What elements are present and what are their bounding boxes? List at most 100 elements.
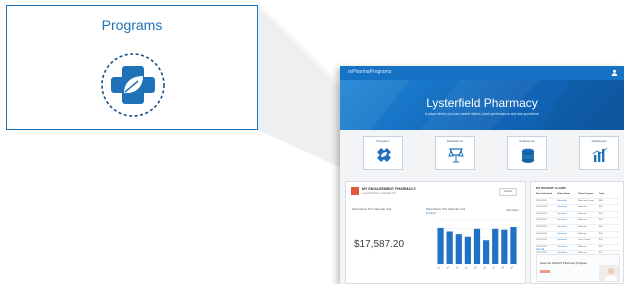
table-cell: Medicine (578, 232, 587, 235)
table-row[interactable]: 19/10/2023 Submitted Pulse Check $20 (536, 238, 620, 245)
table-cell: Submitted (557, 239, 567, 242)
table-cell: $54 (599, 225, 603, 228)
tile-label: Settlements (519, 139, 535, 143)
chart-legend: Paid Claims (506, 209, 519, 212)
table-cell: Pulse Check (578, 239, 591, 242)
bar (501, 229, 508, 264)
pharmacy-name: MY ENGAGEMENT PHARMACY (362, 187, 416, 191)
table-row[interactable]: 24/10/2023 Submitted Medicine $54 (536, 212, 620, 219)
bar (473, 228, 481, 264)
column-header[interactable]: Claim Status (557, 192, 578, 198)
table-row[interactable]: 20/10/2023 Submitted Medicine $54 (536, 232, 620, 239)
x-tick-label: M1 (438, 266, 442, 270)
table-row[interactable]: 18/10/2023SubmittedMedicine$54 (536, 245, 620, 252)
table-row[interactable]: 24/10/2023 Submitted Medicine $54 (536, 205, 620, 212)
pharmacy-logo-icon (351, 187, 359, 195)
table-cell: $54 (599, 232, 603, 235)
programs-cross-icon (101, 53, 165, 117)
table-cell: 19/10/2023 (536, 239, 547, 242)
promo-text: Have the 2023/24 Pharmacy Program (540, 261, 587, 265)
bar (446, 231, 453, 264)
paid-claims-chart: M1 M2 M3 M4 M5 M6 M7 M8 M9 (436, 219, 518, 270)
table-cell: 23/10/2023 (536, 219, 547, 222)
table-cell: Medicine (578, 212, 587, 215)
chart-subtitle: By Month (426, 212, 437, 215)
table-cell: Medicine (578, 245, 587, 248)
claims-table: Date Submitted Claim Status Claim Progra… (536, 192, 620, 258)
table-cell: 23/10/2023 (536, 225, 547, 228)
x-tick-label: M7 (492, 266, 496, 270)
table-cell: Medicine (578, 206, 587, 209)
bar (492, 228, 499, 264)
x-tick-label: M2 (447, 266, 451, 270)
x-tick-label: M4 (465, 266, 469, 270)
table-cell: $54 (599, 219, 603, 222)
table-cell: Submitted (557, 225, 567, 228)
tile-settlements[interactable]: Settlements (507, 136, 547, 170)
details-button[interactable]: Details (499, 188, 517, 196)
bar (464, 236, 471, 264)
x-tick-label: M5 (474, 266, 478, 270)
top-bar: rxPharmaPrograms (340, 66, 624, 80)
view-all-link[interactable]: View all (536, 248, 544, 251)
stat-label: Paid Claims This Calendar Year (352, 207, 392, 211)
app-screenshot: rxPharmaPrograms Lysterfield Pharmacy A … (340, 66, 624, 284)
callout-title: Programs (101, 17, 163, 33)
table-cell: 24/10/2023 (536, 206, 547, 209)
table-cell: $54 (599, 245, 603, 248)
table-cell: Submitted (557, 206, 567, 209)
recent-claims-panel: MY RECENT CLAIMS Date Submitted Claim St… (530, 181, 624, 284)
table-header: Date Submitted Claim Status Claim Progra… (536, 192, 620, 199)
table-cell: Submitted (557, 245, 567, 248)
table-cell: Submitted (557, 232, 567, 235)
tile-dashboard[interactable]: Dashboard (579, 136, 619, 170)
column-header[interactable]: Total (599, 192, 620, 198)
bar-chart-icon (592, 147, 608, 162)
tile-medications[interactable]: Medications (435, 136, 475, 170)
coins-icon (522, 148, 534, 163)
tile-programs[interactable]: Programs (363, 136, 403, 170)
table-cell: Submitted (557, 199, 567, 202)
table-cell: $80 (599, 199, 603, 202)
callout-card: Programs (6, 5, 258, 130)
x-tick-label: M9 (511, 266, 515, 270)
x-tick-label: M3 (456, 266, 460, 270)
table-cell: Medicine Usage (578, 199, 594, 202)
x-tick-label: M8 (501, 266, 505, 270)
tile-label: Dashboard (591, 139, 607, 143)
table-cell: Submitted (557, 219, 567, 222)
chart-title: Paid Claims This Calendar Year (426, 207, 466, 211)
total-paid-value: $17,587.20 (354, 239, 405, 250)
column-header[interactable]: Claim Program (578, 192, 599, 198)
promo-badge (540, 270, 550, 273)
table-cell: 24/10/2023 (536, 212, 547, 215)
page-subtitle: A place where you can submit claims, tra… (424, 112, 540, 116)
brand-logo[interactable]: rxPharmaPrograms (348, 69, 391, 75)
table-cell: $20 (599, 239, 603, 242)
table-cell: $54 (599, 206, 603, 209)
claims-title: MY RECENT CLAIMS (536, 186, 566, 190)
column-header[interactable]: Date Submitted (536, 192, 557, 198)
programs-cross-icon (377, 148, 391, 162)
bar (455, 234, 462, 264)
pharmacy-address: Lysterfield Rd, Lysterfield VIC (362, 192, 396, 195)
x-tick-label: M6 (483, 266, 487, 270)
table-row[interactable]: 25/10/2023 Submitted Medicine Usage $80 (536, 199, 620, 206)
promo-image (599, 265, 619, 281)
table-cell: Medicine (578, 219, 587, 222)
bar (483, 240, 490, 264)
bar (510, 227, 517, 264)
tile-label: Programs (376, 139, 390, 143)
tile-label: Medications (446, 139, 463, 143)
table-cell: $54 (599, 212, 603, 215)
table-cell: 20/10/2023 (536, 232, 547, 235)
table-cell: Submitted (557, 212, 567, 215)
table-cell: Medicine (578, 225, 587, 228)
table-row[interactable]: 23/10/2023 Submitted Medicine $54 (536, 225, 620, 232)
scale-icon (448, 148, 464, 163)
table-row[interactable]: 23/10/2023 Submitted Medicine $54 (536, 218, 620, 225)
bar (437, 227, 444, 264)
promo-card[interactable]: Have the 2023/24 Pharmacy Program (536, 254, 620, 282)
user-icon[interactable] (611, 69, 618, 76)
page-title: Lysterfield Pharmacy (426, 96, 538, 110)
